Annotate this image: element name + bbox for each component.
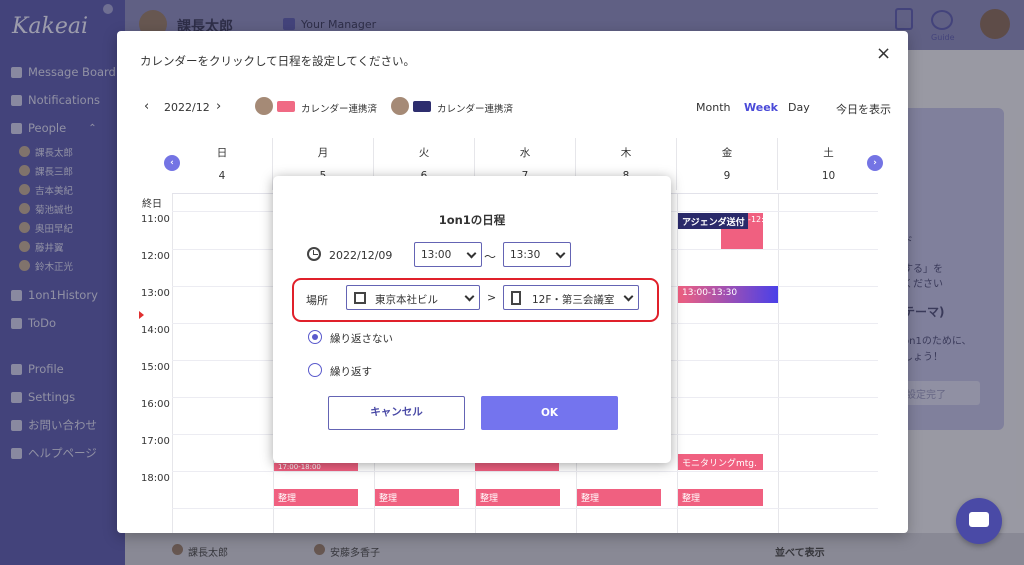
day-number: 10 [821,170,836,182]
room-select[interactable]: 12F・第三会議室 [503,285,639,310]
legend-swatch [277,101,295,112]
building-icon [354,292,366,304]
door-icon [511,291,521,305]
day-name: 金 [721,147,733,159]
month-label: 2022/12 [164,101,210,114]
close-icon[interactable]: × [876,43,891,64]
radio-label: 繰り返す [330,366,372,378]
chat-button[interactable] [956,498,1002,544]
calendar-event[interactable]: 整理 [577,489,661,506]
time-label: 18:00 [141,473,170,484]
day-number: 4 [218,170,226,182]
view-week-button[interactable]: Week [744,101,778,114]
cancel-button[interactable]: キャンセル [328,396,465,430]
chat-icon [969,512,989,527]
day-header[interactable]: 金9 [677,138,778,190]
time-label: 17:00 [141,436,170,447]
radio-repeat[interactable] [308,363,322,377]
time-label: 13:00 [141,288,170,299]
chevron-right-icon: > [487,291,497,304]
view-day-button[interactable]: Day [788,101,810,114]
location-label: 場所 [306,294,328,307]
calendar-event[interactable]: アジェンダ送付 [678,213,748,229]
calendar-event[interactable] [475,463,559,471]
radio-label: 繰り返さない [330,333,393,345]
dialog-title: 1on1の日程 [438,213,506,227]
range-separator: 〜 [484,250,497,264]
day-name: 土 [823,147,834,159]
select-value: 13:00 [421,249,452,261]
legend-label: カレンダー連携済 [437,104,514,115]
radio-no-repeat[interactable] [308,330,322,344]
legend-label: カレンダー連携済 [301,104,378,115]
allday-label: 終日 [142,199,162,210]
time-label: 14:00 [141,325,170,336]
avatar [391,97,409,115]
day-header[interactable]: 日4 [172,138,273,190]
select-value: 12F・第三会議室 [532,294,615,306]
day-name: 木 [620,147,632,159]
select-value: 13:30 [510,249,541,261]
current-time-marker [139,311,144,319]
ok-button[interactable]: OK [481,396,618,430]
view-month-button[interactable]: Month [696,101,730,114]
day-header[interactable]: 土 10 [778,138,879,190]
schedule-date: 2022/12/09 [329,249,393,262]
chevron-down-icon [623,291,634,302]
day-name: 日 [216,147,228,159]
next-month-button[interactable]: › [216,99,221,114]
chevron-down-icon [466,248,477,259]
day-name: 水 [519,147,531,159]
calendar-event[interactable]: 整理 [274,489,358,506]
time-label: 15:00 [141,362,170,373]
calendar-event[interactable]: モニタリングmtg. [678,454,763,470]
calendar-event[interactable]: 13:00-13:30 [678,286,778,303]
today-button[interactable]: 今日を表示 [836,101,891,117]
start-time-select[interactable]: 13:00 [414,242,482,267]
calendar-event[interactable]: 整理 [375,489,459,506]
time-label: 12:00 [141,251,170,262]
clock-icon [307,247,321,261]
day-name: 火 [418,147,430,159]
day-name: 月 [317,147,329,159]
calendar-event[interactable]: 17:00-18:00 [274,463,358,471]
chevron-down-icon [464,291,475,302]
end-time-select[interactable]: 13:30 [503,242,571,267]
prev-month-button[interactable]: ‹ [144,99,149,114]
time-label: 16:00 [141,399,170,410]
schedule-dialog: 1on1の日程 2022/12/09 13:00 〜 13:30 場所 東京本社… [273,176,671,463]
legend-swatch [413,101,431,112]
avatar [255,97,273,115]
instruction-text: カレンダーをクリックして日程を設定してください。 [140,54,415,68]
building-select[interactable]: 東京本社ビル [346,285,480,310]
chevron-down-icon [555,248,566,259]
time-label: 11:00 [141,214,170,225]
calendar-event[interactable]: 整理 [678,489,763,506]
day-number: 9 [723,170,731,182]
select-value: 東京本社ビル [375,294,438,306]
calendar-event[interactable]: 整理 [476,489,560,506]
